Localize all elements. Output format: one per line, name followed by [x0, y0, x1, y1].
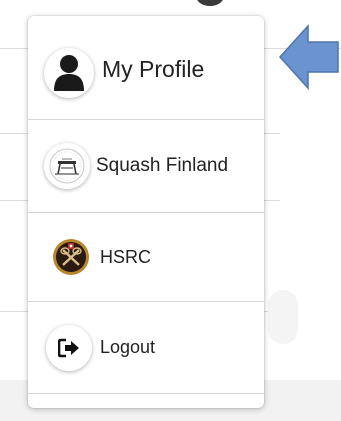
menu-item-label: My Profile	[102, 56, 205, 82]
squash-finland-logo-icon	[44, 143, 90, 189]
user-icon	[44, 47, 94, 98]
user-dropdown-menu: My Profile Squash Finland HSRC Logout	[28, 16, 264, 408]
logout-icon	[46, 324, 92, 371]
menu-item-logout[interactable]: Logout	[28, 302, 264, 394]
menu-item-label: Logout	[100, 337, 156, 357]
menu-item-hsrc[interactable]: HSRC	[28, 213, 264, 302]
menu-item-squash-finland[interactable]: Squash Finland	[28, 120, 264, 213]
hsrc-logo-icon	[52, 238, 90, 276]
background-element	[268, 290, 298, 344]
background-avatar	[196, 0, 224, 6]
menu-item-label: HSRC	[100, 246, 152, 267]
left-arrow-icon	[278, 24, 339, 90]
menu-item-label: Squash Finland	[96, 155, 229, 176]
menu-item-my-profile[interactable]: My Profile	[28, 16, 264, 120]
